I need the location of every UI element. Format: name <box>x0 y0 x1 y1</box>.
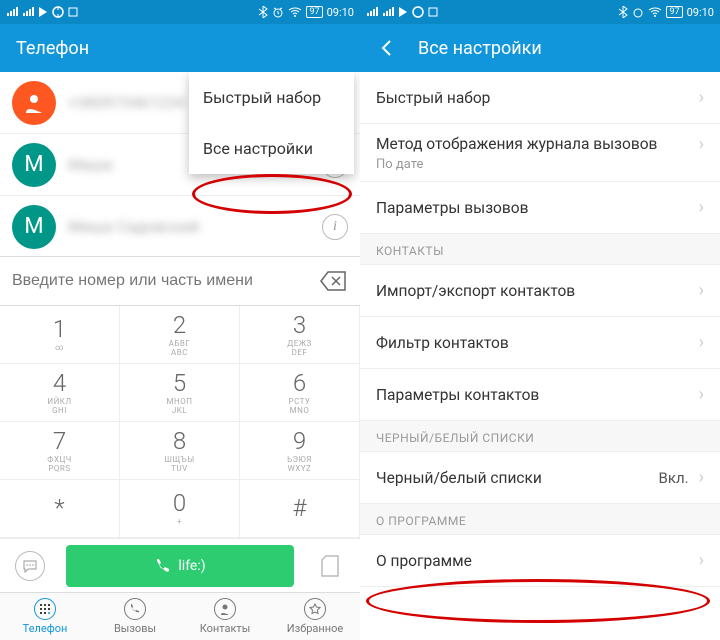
settings-row[interactable]: Фильтр контактов› <box>360 317 720 369</box>
battery-icon: 97 <box>306 6 322 18</box>
call-name: Миша Садовский <box>68 217 322 236</box>
backspace-icon[interactable] <box>320 270 348 292</box>
call-button-label: life:) <box>178 558 205 574</box>
wifi-icon <box>648 7 662 17</box>
nav-label: Телефон <box>23 622 68 635</box>
avatar: M <box>12 143 56 187</box>
phone-icon <box>124 598 146 620</box>
keypad-key-2[interactable]: 2АБВГ ABC <box>120 306 240 364</box>
section-header: КОНТАКТЫ <box>360 234 720 265</box>
phone-content: Быстрый набор Все настройки +38097346123… <box>0 72 360 640</box>
keypad-key-5[interactable]: 5МНОП JKL <box>120 364 240 422</box>
status-time: 09:10 <box>687 6 714 19</box>
app-title: Телефон <box>16 38 89 59</box>
settings-list: Быстрый набор›Метод отображения журнала … <box>360 72 720 587</box>
status-right: 97 09:10 <box>258 6 354 19</box>
signal-icon <box>366 7 378 17</box>
status-bar: 97 09:10 <box>0 0 360 24</box>
call-row[interactable]: M Миша Садовский i <box>0 196 360 258</box>
status-time: 09:10 <box>327 6 354 19</box>
nav-label: Контакты <box>200 622 251 635</box>
settings-row[interactable]: Параметры вызовов› <box>360 182 720 234</box>
alarm-icon <box>632 6 644 18</box>
status-bar: 97 09:10 <box>360 0 720 24</box>
settings-row[interactable]: Метод отображения журнала вызовов›По дат… <box>360 124 720 182</box>
sms-icon <box>23 559 37 573</box>
menu-all-settings[interactable]: Все настройки <box>189 123 354 174</box>
settings-content: Быстрый набор›Метод отображения журнала … <box>360 72 720 640</box>
dialer-search-row <box>0 256 360 306</box>
keypad-key-1[interactable]: 1∞ <box>0 306 120 364</box>
nav-phone[interactable]: Телефон <box>0 593 90 640</box>
sim-icon <box>320 554 340 578</box>
settings-row[interactable]: Быстрый набор› <box>360 72 720 124</box>
avatar <box>12 81 56 125</box>
status-right: 97 09:10 <box>618 6 714 19</box>
call-button[interactable]: life:) <box>66 545 294 587</box>
avatar: M <box>12 205 56 249</box>
keypad-key-*[interactable]: * <box>0 480 120 538</box>
settings-row[interactable]: Параметры контактов› <box>360 369 720 421</box>
dial-action-row: life:) <box>0 538 360 592</box>
keypad-key-#[interactable]: # <box>240 480 360 538</box>
keypad-key-0[interactable]: 0+ <box>120 480 240 538</box>
gallery-icon <box>428 7 438 17</box>
nav-calls[interactable]: Вызовы <box>90 593 180 640</box>
sim-button[interactable] <box>300 554 360 578</box>
bluetooth-icon <box>618 6 628 18</box>
keypad-key-6[interactable]: 6РСТУ MNO <box>240 364 360 422</box>
app-bar: Телефон <box>0 24 360 72</box>
wifi-icon <box>288 7 302 17</box>
signal-icon <box>6 7 18 17</box>
phone-icon <box>154 557 172 575</box>
keypad-key-4[interactable]: 4ИЙКЛ GHI <box>0 364 120 422</box>
sync-icon <box>52 6 64 18</box>
settings-title: Все настройки <box>418 38 542 59</box>
sms-button[interactable] <box>0 551 60 581</box>
bluetooth-icon <box>258 6 268 18</box>
info-icon[interactable]: i <box>322 214 348 240</box>
app-bar: Все настройки <box>360 24 720 72</box>
bottom-nav: Телефон Вызовы Контакты Избранное <box>0 592 360 640</box>
nav-label: Вызовы <box>114 622 156 635</box>
nav-favorites[interactable]: Избранное <box>270 593 360 640</box>
dialpad-icon <box>34 598 56 620</box>
play-icon <box>398 7 408 17</box>
status-left <box>366 6 438 18</box>
star-icon <box>304 598 326 620</box>
keypad-key-3[interactable]: 3ДЕЖЗ DEF <box>240 306 360 364</box>
settings-row[interactable]: Черный/белый спискиВкл.› <box>360 452 720 504</box>
person-icon <box>214 598 236 620</box>
menu-speed-dial[interactable]: Быстрый набор <box>189 72 354 123</box>
alarm-icon <box>272 6 284 18</box>
keypad-key-8[interactable]: 8ШЩЪЫ TUV <box>120 422 240 480</box>
signal-icon <box>382 7 394 17</box>
keypad-key-7[interactable]: 7ФХЦЧ PQRS <box>0 422 120 480</box>
nav-label: Избранное <box>287 622 343 635</box>
signal-icon <box>22 7 34 17</box>
play-icon <box>38 7 48 17</box>
keypad: 1∞2АБВГ ABC3ДЕЖЗ DEF 4ИЙКЛ GHI5МНОП JKL6Р… <box>0 306 360 538</box>
battery-icon: 97 <box>666 6 682 18</box>
nav-contacts[interactable]: Контакты <box>180 593 270 640</box>
status-left <box>6 6 78 18</box>
section-header: ЧЕРНЫЙ/БЕЛЫЙ СПИСКИ <box>360 421 720 452</box>
keypad-key-9[interactable]: 9ЬЭЮЯ WXYZ <box>240 422 360 480</box>
settings-row[interactable]: Импорт/экспорт контактов› <box>360 265 720 317</box>
gallery-icon <box>68 7 78 17</box>
sync-icon <box>412 6 424 18</box>
settings-row[interactable]: О программе› <box>360 535 720 587</box>
search-input[interactable] <box>12 272 320 290</box>
section-header: О ПРОГРАММЕ <box>360 504 720 535</box>
overflow-menu: Быстрый набор Все настройки <box>189 72 354 174</box>
settings-screen: 97 09:10 Все настройки Быстрый набор›Мет… <box>360 0 720 640</box>
back-icon[interactable] <box>376 37 398 59</box>
dialer: 1∞2АБВГ ABC3ДЕЖЗ DEF 4ИЙКЛ GHI5МНОП JKL6Р… <box>0 256 360 592</box>
phone-app-screen: 97 09:10 Телефон Быстрый набор Все настр… <box>0 0 360 640</box>
